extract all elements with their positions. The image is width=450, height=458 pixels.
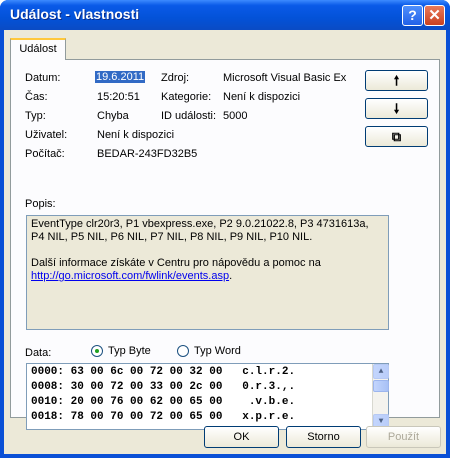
dialog-client: Událost Datum: 19.6.2011 Zdroj: Microsof… — [4, 30, 446, 454]
zdroj-label: Zdroj: — [161, 72, 190, 84]
pocitac-value: BEDAR-243FD32B5 — [97, 148, 198, 160]
help-button[interactable]: ? — [402, 5, 423, 26]
hex-row: 0010: 20 00 76 00 62 00 65 00 .v.b.e. — [31, 396, 296, 408]
previous-event-button[interactable]: 🠕 — [365, 70, 428, 91]
copy-icon: ⧉ — [391, 129, 402, 144]
properties-dialog: Událost - vlastnosti ? ✕ Událost Datum: … — [0, 0, 450, 458]
tab-panel: Datum: 19.6.2011 Zdroj: Microsoft Visual… — [10, 59, 440, 430]
hex-row: 0000: 63 00 6c 00 72 00 32 00 c.l.r.2. — [31, 366, 296, 378]
kategorie-value: Není k dispozici — [223, 91, 301, 103]
radio-typ-byte[interactable] — [91, 345, 103, 357]
hex-row: 0018: 78 00 70 00 72 00 65 00 x.p.r.e. — [31, 411, 296, 423]
close-button[interactable]: ✕ — [424, 5, 445, 26]
window-title: Událost - vlastnosti — [10, 6, 140, 22]
zdroj-value: Microsoft Visual Basic Ex — [223, 72, 347, 84]
arrow-up-icon: 🠕 — [393, 73, 400, 88]
cas-label: Čas: — [25, 91, 48, 103]
next-event-button[interactable]: 🠗 — [365, 98, 428, 119]
title-bar[interactable]: Událost - vlastnosti ? ✕ — [0, 0, 450, 30]
hex-row: 0008: 30 00 72 00 33 00 2c 00 0.r.3.,. — [31, 381, 296, 393]
data-label: Data: — [25, 347, 52, 359]
uzivatel-value: Není k dispozici — [97, 129, 175, 141]
scroll-thumb[interactable] — [373, 380, 389, 392]
radio-typ-word[interactable] — [177, 345, 189, 357]
scroll-up-icon[interactable]: ▲ — [373, 364, 389, 379]
cas-value: 15:20:51 — [97, 91, 140, 103]
hex-scrollbar[interactable]: ▲ ▼ — [372, 364, 389, 429]
help-icon: ? — [408, 7, 417, 23]
description-label: Popis: — [25, 198, 56, 210]
description-box[interactable]: EventType clr20r3, P1 vbexpress.exe, P2 … — [26, 215, 389, 330]
storno-button[interactable]: Storno — [286, 426, 361, 448]
pouzit-button[interactable]: Použít — [366, 426, 441, 448]
help-link[interactable]: http://go.microsoft.com/fwlink/events.as… — [31, 270, 229, 282]
copy-button[interactable]: ⧉ — [365, 126, 428, 147]
arrow-down-icon: 🠗 — [393, 101, 400, 116]
id-label: ID události: — [161, 110, 217, 122]
description-text: EventType clr20r3, P1 vbexpress.exe, P2 … — [31, 218, 369, 243]
id-value: 5000 — [223, 110, 248, 122]
pocitac-label: Počítač: — [25, 148, 65, 160]
description-more-info: Další informace získáte v Centru pro náp… — [31, 257, 384, 283]
close-icon: ✕ — [428, 7, 441, 24]
typ-label: Typ: — [25, 110, 46, 122]
radio-typ-word-label[interactable]: Typ Word — [194, 345, 241, 357]
datum-value[interactable]: 19.6.2011 — [95, 71, 146, 83]
datum-label: Datum: — [25, 72, 61, 84]
uzivatel-label: Uživatel: — [25, 129, 68, 141]
kategorie-label: Kategorie: — [161, 91, 212, 103]
hex-data-box[interactable]: 0000: 63 00 6c 00 72 00 32 00 c.l.r.2. 0… — [26, 363, 389, 430]
typ-value: Chyba — [97, 110, 129, 122]
description-more-text: Další informace získáte v Centru pro náp… — [31, 257, 321, 269]
radio-typ-byte-label[interactable]: Typ Byte — [108, 345, 151, 357]
link-suffix: . — [229, 270, 233, 282]
tab-udalost[interactable]: Událost — [10, 38, 66, 60]
ok-button[interactable]: OK — [204, 426, 279, 448]
